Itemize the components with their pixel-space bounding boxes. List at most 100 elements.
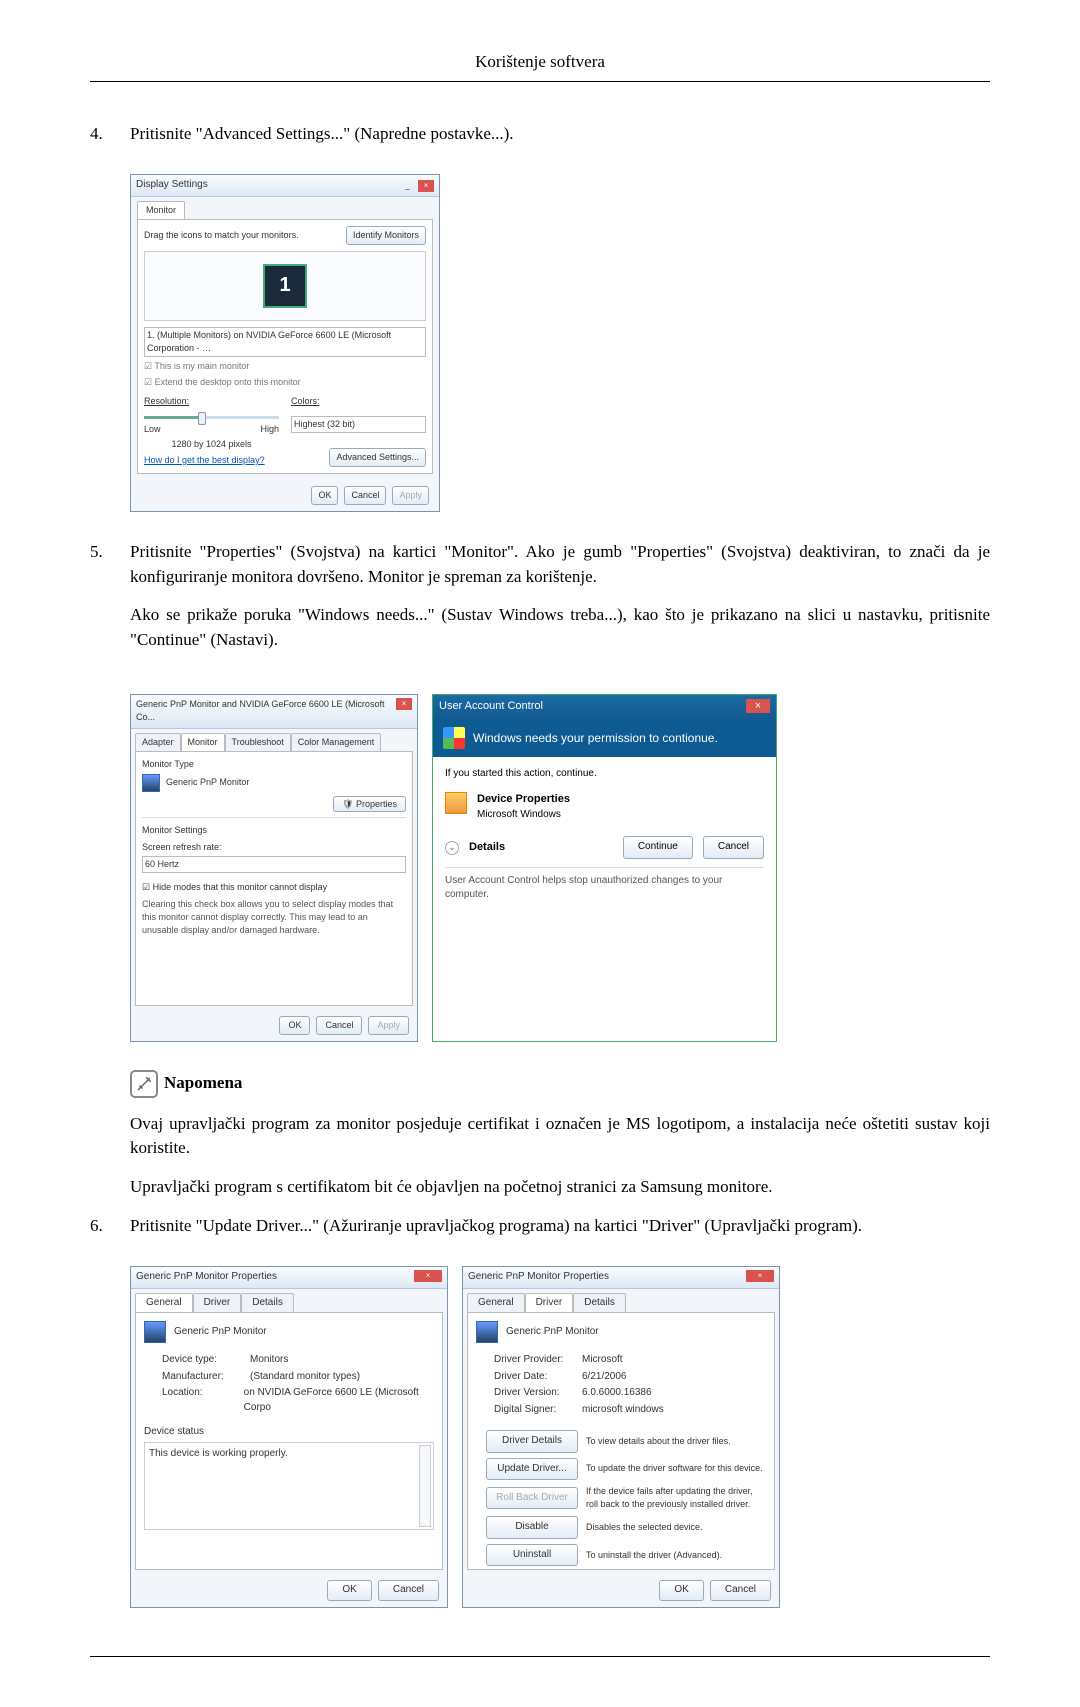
minimize-icon[interactable]: _: [399, 180, 415, 192]
drag-instruction: Drag the icons to match your monitors.: [144, 229, 299, 242]
scrollbar[interactable]: [419, 1445, 431, 1527]
refresh-rate-label: Screen refresh rate:: [142, 841, 406, 854]
ok-button[interactable]: OK: [279, 1016, 310, 1035]
slider-low: Low: [144, 423, 161, 436]
program-name: Device Properties: [477, 792, 570, 808]
cancel-button[interactable]: Cancel: [703, 836, 764, 859]
monitor-1-icon[interactable]: 1: [263, 264, 307, 308]
hide-modes-checkbox[interactable]: ☑ Hide modes that this monitor cannot di…: [142, 881, 406, 894]
ok-button[interactable]: OK: [327, 1580, 371, 1601]
close-icon[interactable]: ×: [746, 699, 770, 713]
tab-general[interactable]: General: [467, 1293, 525, 1313]
driver-details-button[interactable]: Driver Details: [486, 1430, 578, 1453]
titlebar: Display Settings _ ×: [131, 175, 439, 197]
tab-monitor[interactable]: Monitor: [181, 733, 225, 751]
roll-back-desc: If the device fails after updating the d…: [586, 1485, 766, 1511]
tab-troubleshoot[interactable]: Troubleshoot: [225, 733, 291, 751]
ok-button[interactable]: OK: [659, 1580, 703, 1601]
display-settings-window: Display Settings _ × Monitor Drag the ic…: [130, 174, 440, 512]
close-icon[interactable]: ×: [414, 1270, 442, 1282]
update-driver-button[interactable]: Update Driver...: [486, 1458, 578, 1481]
hide-modes-note: Clearing this check box allows you to se…: [142, 898, 406, 937]
advanced-settings-button[interactable]: Advanced Settings...: [329, 448, 426, 467]
tab-details[interactable]: Details: [573, 1293, 626, 1313]
continue-button[interactable]: Continue: [623, 836, 693, 859]
tab-driver[interactable]: Driver: [525, 1293, 574, 1313]
slider-high: High: [260, 423, 279, 436]
roll-back-driver-button: Roll Back Driver: [486, 1487, 578, 1510]
properties-button[interactable]: 🛡 Properties: [333, 796, 406, 812]
tab-monitor[interactable]: Monitor: [137, 201, 185, 219]
note-paragraph-2: Upravljački program s certifikatom bit ć…: [130, 1175, 990, 1200]
uac-banner-text: Windows needs your permission to contion…: [473, 730, 718, 747]
step-text-2: Ako se prikaže poruka "Windows needs..."…: [130, 603, 990, 652]
cancel-button[interactable]: Cancel: [710, 1580, 771, 1601]
step-number: 6.: [90, 1214, 130, 1239]
monitor-properties-window: Generic PnP Monitor and NVIDIA GeForce 6…: [130, 694, 418, 1041]
monitor-select[interactable]: 1. (Multiple Monitors) on NVIDIA GeForce…: [144, 327, 426, 357]
location-value: on NVIDIA GeForce 6600 LE (Microsoft Cor…: [244, 1386, 434, 1415]
program-publisher: Microsoft Windows: [477, 809, 561, 820]
cancel-button[interactable]: Cancel: [316, 1016, 362, 1035]
chevron-down-icon[interactable]: ⌄: [445, 841, 459, 855]
window-title: Display Settings: [136, 178, 399, 193]
monitor-icon: [142, 774, 160, 792]
device-type-label: Device type:: [162, 1353, 250, 1368]
digital-signer-value: microsoft windows: [582, 1403, 664, 1418]
monitor-icon: [144, 1321, 166, 1343]
extend-desktop-checkbox: ☑ Extend the desktop onto this monitor: [144, 376, 426, 389]
uac-banner: Windows needs your permission to contion…: [433, 719, 776, 757]
tab-adapter[interactable]: Adapter: [135, 733, 181, 751]
cancel-button[interactable]: Cancel: [344, 486, 386, 505]
tab-details[interactable]: Details: [241, 1293, 294, 1313]
step-list: 4. Pritisnite "Advanced Settings..." (Na…: [90, 122, 990, 1608]
cancel-button[interactable]: Cancel: [378, 1580, 439, 1601]
monitor-arrangement[interactable]: 1: [144, 251, 426, 321]
main-monitor-checkbox: ☑ This is my main monitor: [144, 360, 426, 373]
colors-select[interactable]: Highest (32 bit): [291, 416, 426, 433]
disable-desc: Disables the selected device.: [586, 1521, 766, 1534]
details-toggle[interactable]: Details: [469, 840, 613, 856]
note-heading-row: Napomena: [130, 1070, 990, 1098]
step-text: Pritisnite "Advanced Settings..." (Napre…: [130, 122, 990, 147]
close-icon[interactable]: ×: [746, 1270, 774, 1282]
step-number: 5.: [90, 540, 130, 667]
driver-date-value: 6/21/2006: [582, 1370, 627, 1385]
uninstall-button[interactable]: Uninstall: [486, 1544, 578, 1567]
uac-window: User Account Control × Windows needs you…: [432, 694, 777, 1041]
tab-general[interactable]: General: [135, 1293, 193, 1313]
device-name: Generic PnP Monitor: [174, 1325, 267, 1340]
close-icon[interactable]: ×: [418, 180, 434, 192]
resolution-slider[interactable]: [144, 416, 279, 419]
colors-label: Colors:: [291, 395, 426, 408]
driver-version-label: Driver Version:: [494, 1386, 582, 1401]
best-display-link[interactable]: How do I get the best display?: [144, 454, 265, 467]
tab-driver[interactable]: Driver: [193, 1293, 242, 1313]
note-icon: [130, 1070, 158, 1098]
driver-date-label: Driver Date:: [494, 1370, 582, 1385]
screenshot-driver-properties: Generic PnP Monitor Properties × General…: [130, 1266, 990, 1608]
monitor-icon: [476, 1321, 498, 1343]
window-title: User Account Control: [439, 699, 746, 715]
close-icon[interactable]: ×: [396, 698, 412, 710]
program-icon: [445, 792, 467, 814]
identify-monitors-button[interactable]: Identify Monitors: [346, 226, 426, 245]
tab-color-management[interactable]: Color Management: [291, 733, 382, 751]
window-title: Generic PnP Monitor Properties: [468, 1270, 746, 1285]
apply-button: Apply: [368, 1016, 409, 1035]
manufacturer-value: (Standard monitor types): [250, 1370, 360, 1385]
monitor-settings-group: Monitor Settings: [142, 824, 406, 837]
step-4: 4. Pritisnite "Advanced Settings..." (Na…: [90, 122, 990, 147]
page-footer-rule: [90, 1656, 990, 1657]
ok-button[interactable]: OK: [311, 486, 338, 505]
apply-button: Apply: [392, 486, 429, 505]
step-text: Pritisnite "Properties" (Svojstva) na ka…: [130, 540, 990, 589]
screenshot-monitor-and-uac: Generic PnP Monitor and NVIDIA GeForce 6…: [130, 694, 990, 1041]
refresh-rate-select[interactable]: 60 Hertz: [142, 856, 406, 873]
digital-signer-label: Digital Signer:: [494, 1403, 582, 1418]
step-number: 4.: [90, 122, 130, 147]
step-6: 6. Pritisnite "Update Driver..." (Ažurir…: [90, 1214, 990, 1239]
driver-version-value: 6.0.6000.16386: [582, 1386, 652, 1401]
disable-button[interactable]: Disable: [486, 1516, 578, 1539]
monitor-type-group: Monitor Type: [142, 758, 406, 771]
